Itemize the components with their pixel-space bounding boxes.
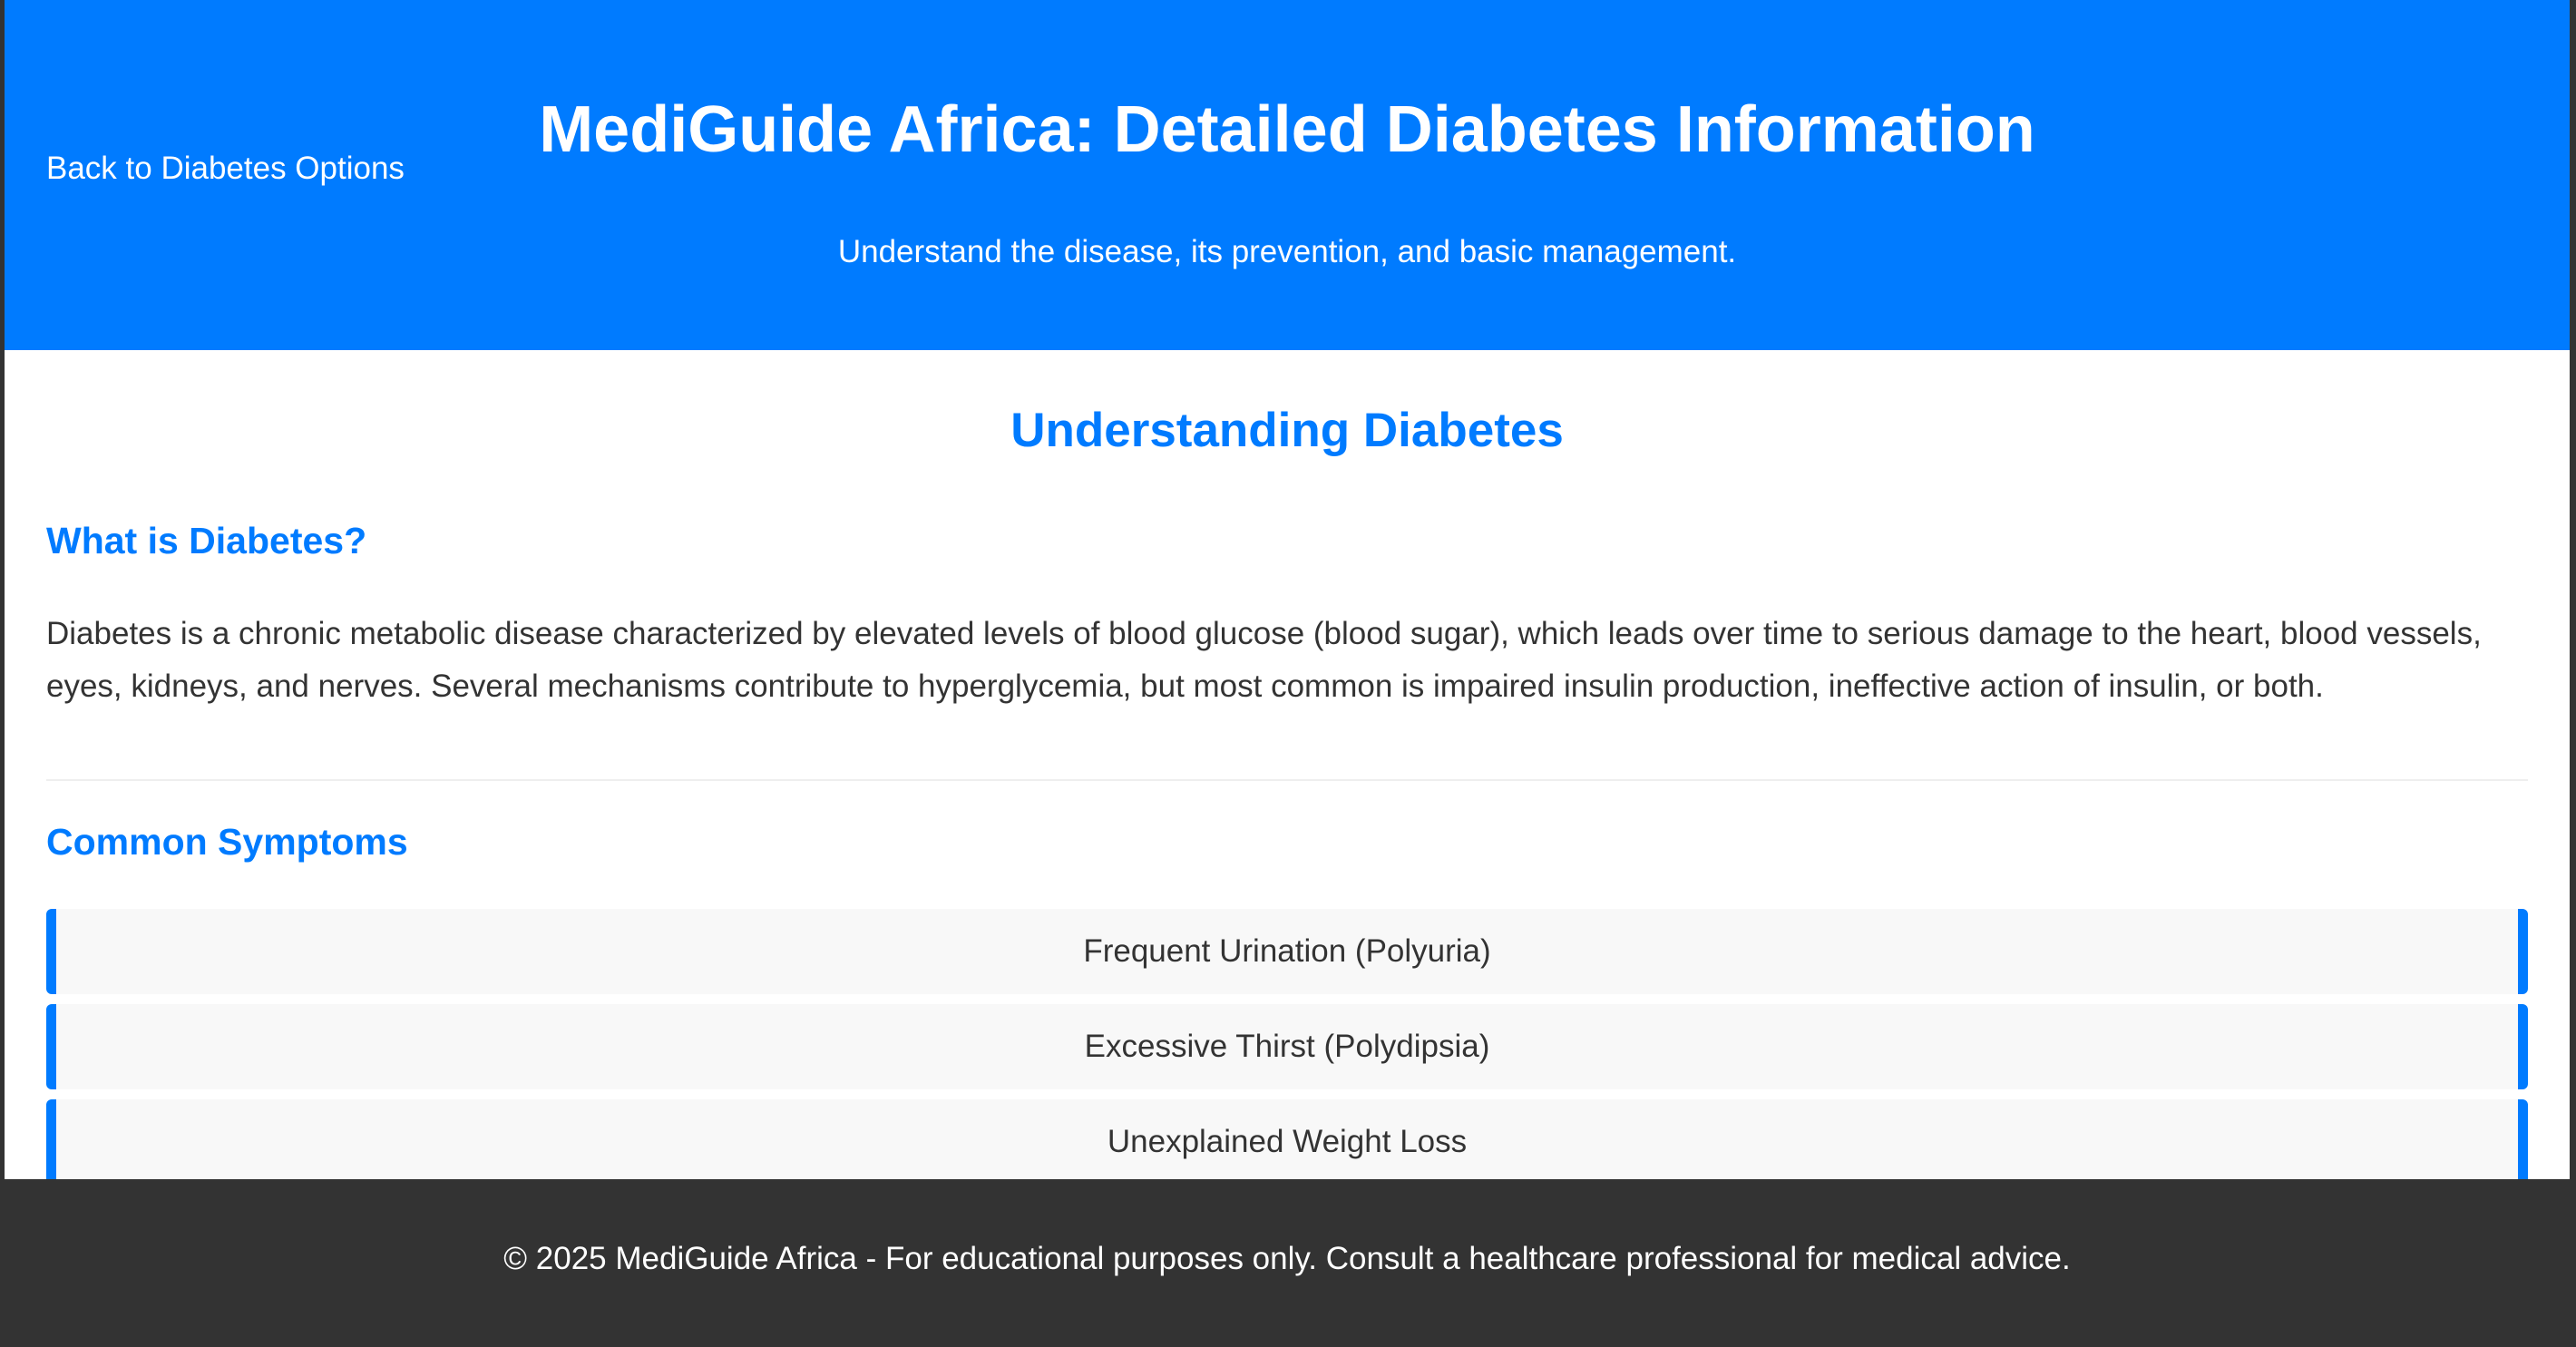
site-subtitle: Understand the disease, its prevention, …: [837, 234, 1737, 269]
footer-text: © 2025 MediGuide Africa - For educationa…: [503, 1241, 2071, 1276]
section-divider: [46, 779, 2528, 781]
page-header: Back to Diabetes Options MediGuide Afric…: [5, 0, 2570, 350]
page-heading: Understanding Diabetes: [1010, 404, 1564, 457]
symptom-item: Frequent Urination (Polyuria): [46, 909, 2528, 994]
symptom-item: Excessive Thirst (Polydipsia): [46, 1004, 2528, 1089]
page-frame: Back to Diabetes Options MediGuide Afric…: [5, 0, 2570, 1347]
what-is-diabetes-title: What is Diabetes?: [46, 520, 367, 561]
what-is-diabetes-text: Diabetes is a chronic metabolic disease …: [46, 616, 2482, 704]
common-symptoms-title: Common Symptoms: [46, 821, 408, 863]
page-footer: © 2025 MediGuide Africa - For educationa…: [5, 1179, 2570, 1347]
symptom-list: Frequent Urination (Polyuria) Excessive …: [46, 909, 2528, 1195]
symptom-item: Unexplained Weight Loss: [46, 1099, 2528, 1185]
site-title: MediGuide Africa: Detailed Diabetes Info…: [539, 93, 2035, 166]
